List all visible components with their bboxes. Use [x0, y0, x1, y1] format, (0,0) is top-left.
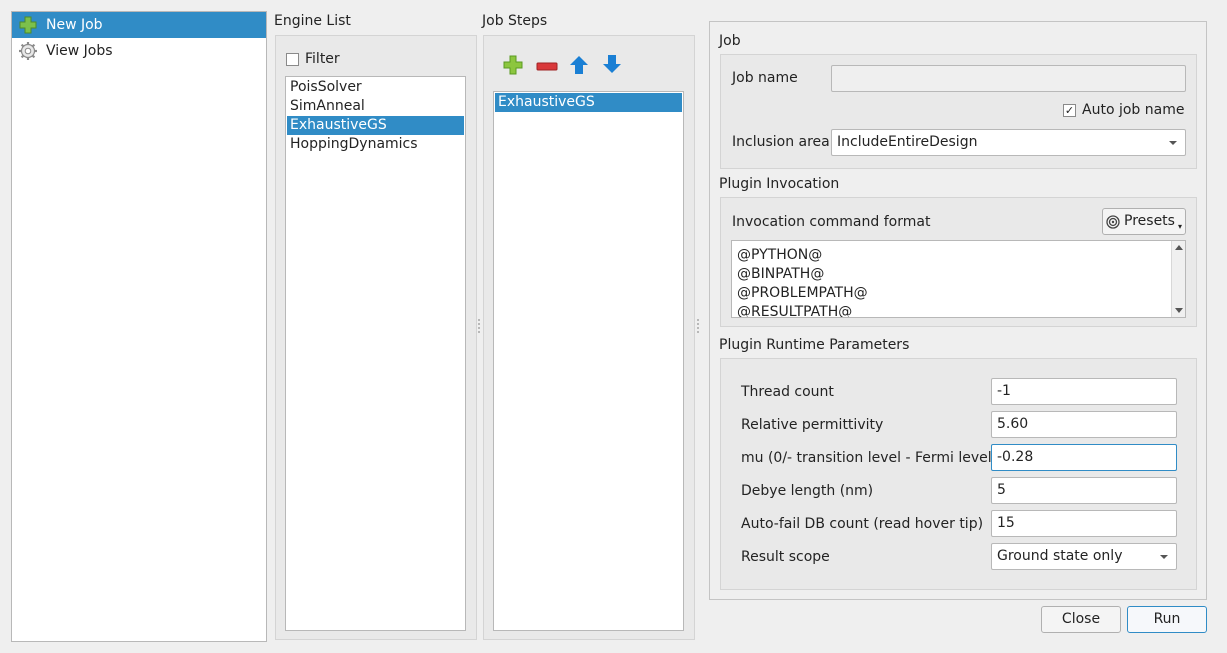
job-steps-title: Job Steps: [482, 13, 548, 29]
filter-label: Filter: [305, 51, 340, 67]
auto-fail-db-count-label: Auto-fail DB count (read hover tip): [741, 516, 984, 532]
presets-button[interactable]: Presets ▾: [1102, 208, 1186, 235]
job-section-title: Job: [719, 33, 741, 49]
thread-count-label: Thread count: [741, 384, 834, 400]
job-steps-list: ExhaustiveGS: [493, 91, 684, 631]
result-scope-value: Ground state only: [997, 548, 1123, 564]
chevron-down-icon: ▾: [1177, 222, 1182, 231]
arrow-up-icon[interactable]: [569, 55, 589, 79]
arrow-down-icon[interactable]: [602, 54, 622, 78]
job-steps-group: ExhaustiveGS: [483, 35, 695, 640]
runtime-params-group: Thread count -1 Relative permittivity 5.…: [720, 358, 1197, 590]
thread-count-input[interactable]: -1: [991, 378, 1177, 405]
chevron-down-icon: [1169, 141, 1177, 145]
engine-list-group: Filter PoisSolver SimAnneal ExhaustiveGS…: [275, 35, 477, 640]
job-settings-panel: Job Job name ✓ Auto job name Inclusion a…: [709, 21, 1207, 600]
plugin-invocation-group: Invocation command format Presets ▾ @PYT…: [720, 197, 1197, 327]
add-icon[interactable]: [502, 54, 524, 80]
invocation-line: @PROBLEMPATH@: [737, 285, 868, 301]
plus-icon: [18, 15, 38, 35]
splitter-handle[interactable]: [697, 319, 699, 333]
relative-permittivity-label: Relative permittivity: [741, 417, 884, 433]
engine-list: PoisSolver SimAnneal ExhaustiveGS Hoppin…: [285, 76, 466, 631]
gear-icon: [18, 41, 38, 61]
inclusion-area-select[interactable]: IncludeEntireDesign: [831, 129, 1186, 156]
plugin-invocation-title: Plugin Invocation: [719, 176, 840, 192]
inclusion-area-label: Inclusion area: [732, 134, 830, 150]
job-name-label: Job name: [732, 70, 798, 86]
auto-job-name-box[interactable]: ✓: [1063, 103, 1076, 117]
job-nav-list: New Job View Jobs: [11, 11, 267, 642]
nav-item-view-jobs[interactable]: View Jobs: [12, 38, 266, 64]
auto-job-name-label: Auto job name: [1082, 102, 1185, 118]
scroll-up-arrow-icon[interactable]: [1175, 245, 1183, 250]
debye-length-label: Debye length (nm): [741, 483, 874, 499]
engine-item[interactable]: SimAnneal: [287, 97, 464, 116]
result-scope-label: Result scope: [741, 549, 830, 565]
job-name-input[interactable]: [831, 65, 1186, 92]
nav-item-new-job[interactable]: New Job: [12, 12, 266, 38]
auto-job-name-checkbox[interactable]: ✓ Auto job name: [1063, 102, 1184, 118]
engine-list-title: Engine List: [274, 13, 351, 29]
chevron-down-icon: [1160, 555, 1168, 559]
job-step-item[interactable]: ExhaustiveGS: [495, 93, 682, 112]
nav-item-label: New Job: [46, 17, 103, 33]
auto-fail-db-count-input[interactable]: 15: [991, 510, 1177, 537]
close-button[interactable]: Close: [1041, 606, 1121, 633]
textarea-scrollbar[interactable]: [1171, 241, 1185, 317]
filter-checkbox-box[interactable]: [286, 52, 299, 66]
engine-item-selected[interactable]: ExhaustiveGS: [287, 116, 464, 135]
invocation-line: @PYTHON@: [737, 247, 823, 263]
engine-item[interactable]: PoisSolver: [287, 78, 464, 97]
invocation-format-label: Invocation command format: [732, 214, 931, 230]
result-scope-select[interactable]: Ground state only: [991, 543, 1177, 570]
engine-item[interactable]: HoppingDynamics: [287, 135, 464, 154]
mu-label: mu (0/- transition level - Fermi level): [741, 450, 998, 466]
remove-icon[interactable]: [536, 60, 558, 76]
invocation-line: @RESULTPATH@: [737, 304, 853, 318]
presets-label: Presets: [1124, 213, 1175, 229]
run-button[interactable]: Run: [1127, 606, 1207, 633]
job-group: Job name ✓ Auto job name Inclusion area …: [720, 54, 1197, 169]
runtime-params-title: Plugin Runtime Parameters: [719, 337, 910, 353]
inclusion-area-value: IncludeEntireDesign: [837, 134, 978, 150]
nav-item-label: View Jobs: [46, 43, 113, 59]
splitter-handle[interactable]: [478, 319, 480, 333]
relative-permittivity-input[interactable]: 5.60: [991, 411, 1177, 438]
invocation-line: @BINPATH@: [737, 266, 825, 282]
debye-length-input[interactable]: 5: [991, 477, 1177, 504]
mu-input[interactable]: -0.28: [991, 444, 1177, 471]
scroll-down-arrow-icon[interactable]: [1175, 308, 1183, 313]
invocation-command-textarea[interactable]: @PYTHON@ @BINPATH@ @PROBLEMPATH@ @RESULT…: [731, 240, 1186, 318]
filter-checkbox[interactable]: Filter: [286, 51, 340, 67]
presets-icon: [1106, 214, 1120, 229]
